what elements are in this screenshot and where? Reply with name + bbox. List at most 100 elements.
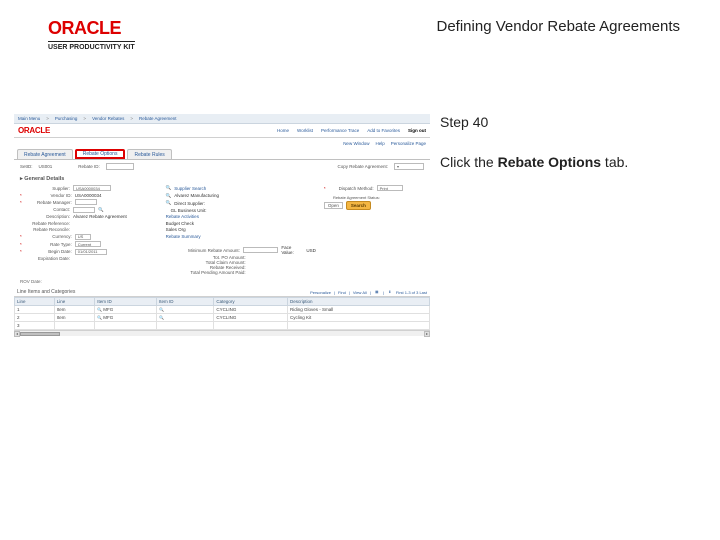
rebate-mgr-input[interactable] xyxy=(75,199,97,205)
cell[interactable]: 🔍 xyxy=(156,306,213,314)
cell[interactable]: 🔍MFG xyxy=(95,306,157,314)
summary-link[interactable]: Rebate Summary xyxy=(166,234,201,239)
instruction-panel: Step 40 Click the Rebate Options tab. xyxy=(440,114,680,170)
rebateid-label: Rebate ID: xyxy=(78,164,100,169)
subnav-help[interactable]: Help xyxy=(375,141,384,146)
currency-value[interactable]: US xyxy=(75,234,91,240)
cell[interactable] xyxy=(95,322,157,330)
search-row: SetID: US001 Rebate ID: Copy Rebate Agre… xyxy=(14,160,430,172)
copy-dropdown[interactable]: ▾ xyxy=(394,163,424,170)
cell[interactable]: Item xyxy=(54,306,94,314)
status-value: Open xyxy=(324,202,343,209)
search-icon[interactable]: 🔍 xyxy=(97,315,102,320)
begin-value[interactable]: 01/01/2011 xyxy=(75,249,107,255)
cell[interactable]: Item xyxy=(54,314,94,322)
col-item2[interactable]: Item ID xyxy=(156,298,213,306)
scroll-thumb[interactable] xyxy=(20,332,60,336)
col-item1[interactable]: Item ID xyxy=(95,298,157,306)
mini-oracle-logo: ORACLE xyxy=(18,126,50,135)
col-line1[interactable]: Line xyxy=(15,298,55,306)
currency-label: Currency: xyxy=(26,234,72,239)
dispatch-value[interactable]: Print xyxy=(377,185,403,191)
nav-trace[interactable]: Performance Trace xyxy=(321,128,359,133)
desc-label: Description: xyxy=(20,214,70,219)
pager-personalize[interactable]: Personalize xyxy=(310,290,331,295)
pager-viewall[interactable]: View All xyxy=(353,290,367,295)
cell[interactable]: 🔍MFG xyxy=(95,314,157,322)
copy-label: Copy Rebate Agreement: xyxy=(337,164,388,169)
rov-date-label: ROV Date: xyxy=(20,279,424,284)
dispatch-label: Dispatch Method: xyxy=(330,186,374,191)
lines-header: Line Items and Categories Personalize| F… xyxy=(14,288,430,296)
subheader: New Window Help Personalize Page xyxy=(14,138,430,148)
rate-value[interactable]: Current xyxy=(75,241,101,247)
horizontal-scrollbar[interactable]: ◂ ▸ xyxy=(14,330,430,336)
crumb-sep: > xyxy=(130,116,133,121)
desc-value: Alvarez Rebate Agreement xyxy=(73,214,127,219)
table-row: 3 xyxy=(15,322,430,330)
nav-worklist[interactable]: Worklist xyxy=(297,128,313,133)
exp-label: Expiration Date: xyxy=(20,256,70,261)
details-col1: Supplier:USA0000034 *Vendor ID:USA000003… xyxy=(20,185,158,277)
search-icon[interactable]: 🔍 xyxy=(159,307,164,312)
search-button[interactable]: Search xyxy=(346,201,371,210)
supplier-value[interactable]: USA0000034 xyxy=(73,185,111,191)
grid-icon[interactable]: ▦ xyxy=(374,289,380,295)
nav-home[interactable]: Home xyxy=(277,128,289,133)
search-icon[interactable]: 🔍 xyxy=(166,193,172,199)
step-label: Step 40 xyxy=(440,114,680,130)
tab-rebate-rules[interactable]: Rebate Rules xyxy=(127,149,171,159)
crumb-main[interactable]: Main Menu xyxy=(18,116,40,121)
activities-link[interactable]: Rebate Activities xyxy=(166,214,199,219)
min-rebate-label: Minimum Rebate Amount: xyxy=(166,248,240,253)
search-icon[interactable]: 🔍 xyxy=(98,207,104,213)
instruction-bold: Rebate Options xyxy=(498,154,601,170)
rebateid-input[interactable] xyxy=(106,163,134,170)
download-icon[interactable]: ⬇ xyxy=(387,289,393,295)
scroll-right-icon[interactable]: ▸ xyxy=(424,331,430,337)
rebate-mgr-label: Rebate Manager: xyxy=(26,200,72,205)
search-icon[interactable]: 🔍 xyxy=(166,200,172,206)
cell: CYCLING xyxy=(214,314,288,322)
page-title: Defining Vendor Rebate Agreements xyxy=(437,18,681,35)
instruction-suffix: tab. xyxy=(601,154,628,170)
tabs: Rebate Agreement Rebate Options Rebate R… xyxy=(14,148,430,160)
cell xyxy=(287,322,429,330)
cell[interactable]: 🔍 xyxy=(156,314,213,322)
upk-label: USER PRODUCTIVITY KIT xyxy=(48,41,135,51)
contact-label: Contact: xyxy=(20,207,70,212)
vendor-value: USA0000034 xyxy=(75,193,102,198)
search-icon[interactable]: 🔍 xyxy=(166,185,172,191)
col-category[interactable]: Category xyxy=(214,298,288,306)
crumb-rebate[interactable]: Rebate Agreement xyxy=(139,116,177,121)
tab-rebate-agreement[interactable]: Rebate Agreement xyxy=(17,149,73,159)
col-desc[interactable]: Description xyxy=(287,298,429,306)
lines-table-wrap: Line Line Item ID Item ID Category Descr… xyxy=(14,296,430,336)
nav-signout[interactable]: Sign out xyxy=(408,128,426,133)
cell[interactable] xyxy=(156,322,213,330)
nav-links: Home Worklist Performance Trace Add to F… xyxy=(277,128,426,133)
subnav-personalize[interactable]: Personalize Page xyxy=(391,141,426,146)
crumb-vendor[interactable]: Vendor Rebates xyxy=(92,116,124,121)
cell[interactable] xyxy=(54,322,94,330)
tab-rebate-options[interactable]: Rebate Options xyxy=(75,149,126,159)
min-rebate-input[interactable] xyxy=(243,247,278,253)
subnav-new-window[interactable]: New Window xyxy=(343,141,369,146)
pager-find[interactable]: Find xyxy=(338,290,346,295)
lines-pager: Personalize| Find| View All| ▦| ⬇ First … xyxy=(310,289,427,295)
setid-label: SetID: xyxy=(20,164,33,169)
search-icon[interactable]: 🔍 xyxy=(159,315,164,320)
search-icon[interactable]: 🔍 xyxy=(97,307,102,312)
sales-org-label: Sales Org xyxy=(166,227,186,232)
oracle-logo-block: ORACLE USER PRODUCTIVITY KIT xyxy=(48,18,135,51)
supplier-search-link[interactable]: Supplier Search xyxy=(174,186,206,191)
contact-input[interactable] xyxy=(73,207,95,213)
crumb-purchasing[interactable]: Purchasing xyxy=(55,116,78,121)
nav-favorites[interactable]: Add to Favorites xyxy=(367,128,400,133)
col-line2[interactable]: Line xyxy=(54,298,94,306)
vendor-name: Alvarez Manufacturing xyxy=(174,193,219,198)
status-label: Rebate Agreement Status: xyxy=(324,195,380,200)
general-details: ▸ General Details Supplier:USA0000034 *V… xyxy=(14,172,430,288)
summary-block: Minimum Rebate Amount:Face Value:USD Tot… xyxy=(166,243,316,277)
cell: 3 xyxy=(15,322,55,330)
